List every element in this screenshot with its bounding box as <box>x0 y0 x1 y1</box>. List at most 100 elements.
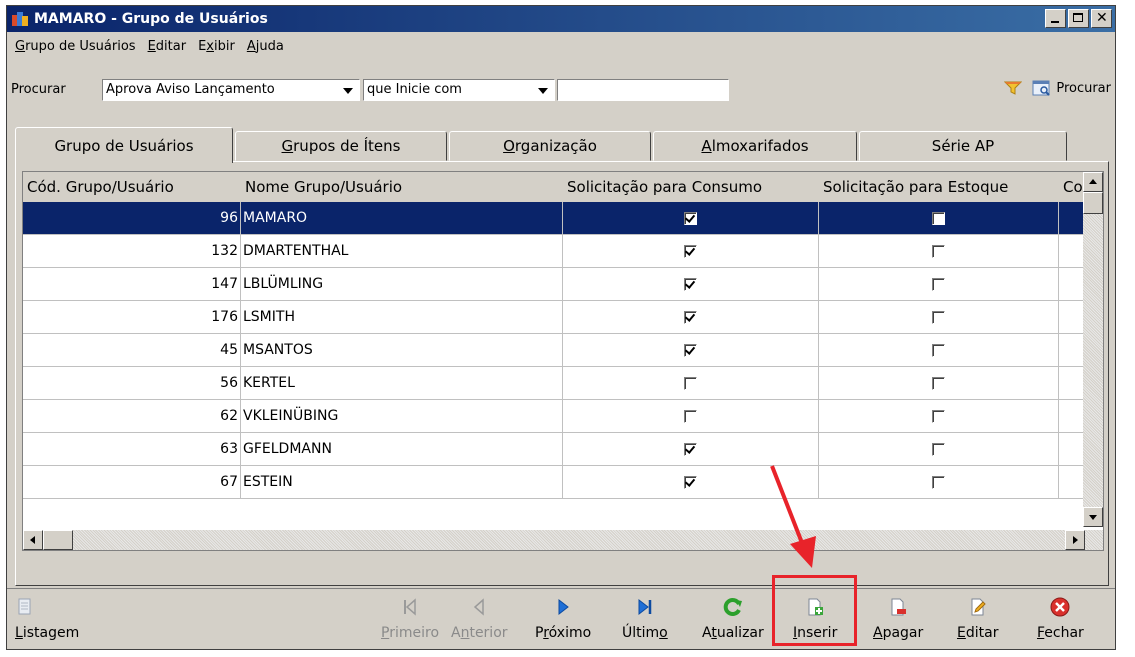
table-row[interactable]: 56 KERTEL <box>23 367 1085 400</box>
column-header[interactable]: Nome Grupo/Usuário <box>241 172 563 202</box>
consumo-checkbox[interactable] <box>684 245 697 258</box>
scroll-thumb[interactable] <box>1083 192 1103 214</box>
consumo-checkbox[interactable] <box>684 476 697 489</box>
horizontal-scrollbar[interactable] <box>23 530 1103 550</box>
consumo-checkbox[interactable] <box>684 344 697 357</box>
cell-code[interactable]: 132 <box>23 235 241 268</box>
fechar-button[interactable]: Fechar <box>1037 597 1084 641</box>
menu-grupo-de-usuarios[interactable]: Grupo de Usuários <box>9 39 142 54</box>
table-row[interactable]: 176 LSMITH <box>23 301 1085 334</box>
users-grid[interactable]: Cód. Grupo/Usuário Nome Grupo/Usuário So… <box>22 171 1104 551</box>
table-row[interactable]: 45 MSANTOS <box>23 334 1085 367</box>
cell-co[interactable] <box>1059 268 1085 301</box>
scroll-up-button[interactable] <box>1083 172 1103 192</box>
cell-name[interactable]: DMARTENTHAL <box>241 235 563 268</box>
estoque-checkbox[interactable] <box>932 245 945 258</box>
listagem-button[interactable]: Listagem <box>15 597 79 641</box>
ultimo-button[interactable]: Último <box>622 597 668 641</box>
consumo-checkbox[interactable] <box>684 278 697 291</box>
menu-exibir[interactable]: Exibir <box>192 39 241 54</box>
tab-almoxarifados[interactable]: Almoxarifados <box>653 131 857 161</box>
cell-code[interactable]: 96 <box>23 202 241 235</box>
cell-code[interactable]: 56 <box>23 367 241 400</box>
scroll-left-button[interactable] <box>23 530 43 550</box>
menu-ajuda[interactable]: Ajuda <box>241 39 290 54</box>
scroll-down-button[interactable] <box>1083 507 1103 527</box>
consumo-checkbox[interactable] <box>684 212 697 225</box>
estoque-checkbox[interactable] <box>932 377 945 390</box>
cell-name[interactable]: LSMITH <box>241 301 563 334</box>
editar-button[interactable]: Editar <box>957 597 998 641</box>
atualizar-button[interactable]: Atualizar <box>702 597 764 641</box>
consumo-checkbox[interactable] <box>684 377 697 390</box>
cell-code[interactable]: 147 <box>23 268 241 301</box>
table-row[interactable]: 62 VKLEINÜBING <box>23 400 1085 433</box>
cell-co[interactable] <box>1059 301 1085 334</box>
close-window-button[interactable]: ✕ <box>1091 9 1112 28</box>
estoque-checkbox[interactable] <box>932 344 945 357</box>
column-header[interactable]: Solicitação para Estoque <box>819 172 1059 202</box>
search-button[interactable]: Procurar <box>1032 79 1111 97</box>
title-bar[interactable]: MAMARO - Grupo de Usuários ✕ <box>7 6 1115 32</box>
cell-co[interactable] <box>1059 202 1085 235</box>
table-row[interactable]: 63 GFELDMANN <box>23 433 1085 466</box>
estoque-checkbox[interactable] <box>932 278 945 291</box>
cell-name[interactable]: ESTEIN <box>241 466 563 499</box>
cell-co[interactable] <box>1059 433 1085 466</box>
estoque-checkbox[interactable] <box>932 311 945 324</box>
label-rest: terior <box>469 625 508 641</box>
column-header[interactable]: Cód. Grupo/Usuário <box>23 172 241 202</box>
cell-co[interactable] <box>1059 400 1085 433</box>
cell-code[interactable]: 176 <box>23 301 241 334</box>
search-input[interactable] <box>557 79 729 101</box>
estoque-checkbox[interactable] <box>932 212 945 225</box>
search-field-select[interactable]: Aprova Aviso Lançamento <box>102 79 360 101</box>
minimize-button[interactable] <box>1045 9 1066 28</box>
primeiro-button[interactable]: Primeiro <box>381 597 439 641</box>
estoque-checkbox[interactable] <box>932 443 945 456</box>
table-row[interactable]: 147 LBLÜMLING <box>23 268 1085 301</box>
tab-grupo-de-usuarios[interactable]: Grupo de Usuários <box>15 127 233 163</box>
consumo-checkbox[interactable] <box>684 311 697 324</box>
anterior-button[interactable]: Anterior <box>451 597 508 641</box>
tab-grupos-de-itens[interactable]: Grupos de Ítens <box>235 131 447 161</box>
cell-name[interactable]: LBLÜMLING <box>241 268 563 301</box>
cell-code[interactable]: 45 <box>23 334 241 367</box>
estoque-checkbox[interactable] <box>932 410 945 423</box>
scroll-right-button[interactable] <box>1065 530 1085 550</box>
proximo-button[interactable]: Próximo <box>535 597 591 641</box>
cell-code[interactable]: 63 <box>23 433 241 466</box>
search-operator-select[interactable]: que Inicie com <box>363 79 555 101</box>
cell-name[interactable]: KERTEL <box>241 367 563 400</box>
application-window: MAMARO - Grupo de Usuários ✕ Grupo de Us… <box>6 5 1116 650</box>
delete-record-icon <box>888 597 908 617</box>
cell-code[interactable]: 67 <box>23 466 241 499</box>
cell-co[interactable] <box>1059 334 1085 367</box>
cell-co[interactable] <box>1059 235 1085 268</box>
consumo-checkbox[interactable] <box>684 410 697 423</box>
table-row[interactable]: 132 DMARTENTHAL <box>23 235 1085 268</box>
table-row[interactable]: 96 MAMARO <box>23 202 1085 235</box>
column-header[interactable]: Co <box>1059 172 1085 202</box>
cell-co[interactable] <box>1059 466 1085 499</box>
tab-serie-ap[interactable]: Série AP <box>859 131 1067 161</box>
cell-name[interactable]: MSANTOS <box>241 334 563 367</box>
menu-editar[interactable]: Editar <box>142 39 193 54</box>
hscroll-thumb[interactable] <box>43 530 73 550</box>
apagar-label: Apagar <box>873 625 923 641</box>
estoque-checkbox[interactable] <box>932 476 945 489</box>
filter-icon[interactable] <box>1004 80 1023 96</box>
maximize-button[interactable] <box>1068 9 1089 28</box>
table-row[interactable]: 67 ESTEIN <box>23 466 1085 499</box>
tab-label: rupos de Ítens <box>293 137 401 155</box>
vertical-scrollbar[interactable] <box>1083 172 1103 527</box>
cell-code[interactable]: 62 <box>23 400 241 433</box>
cell-co[interactable] <box>1059 367 1085 400</box>
apagar-button[interactable]: Apagar <box>873 597 923 641</box>
cell-name[interactable]: VKLEINÜBING <box>241 400 563 433</box>
consumo-checkbox[interactable] <box>684 443 697 456</box>
cell-name[interactable]: MAMARO <box>241 202 563 235</box>
cell-name[interactable]: GFELDMANN <box>241 433 563 466</box>
tab-organizacao[interactable]: Organização <box>449 131 651 161</box>
column-header[interactable]: Solicitação para Consumo <box>563 172 819 202</box>
